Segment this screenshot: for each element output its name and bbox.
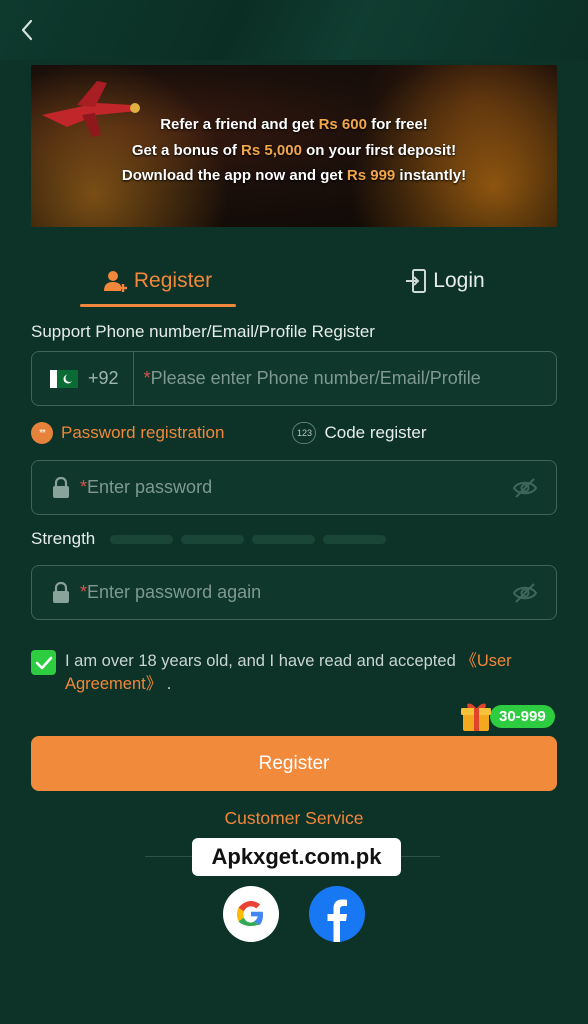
strength-label: Strength (31, 529, 96, 548)
promo-banner[interactable]: Refer a friend and get Rs 600 for free! … (31, 65, 557, 227)
google-icon (237, 901, 263, 926)
gift-badge: 30-999 (490, 704, 555, 728)
agreement-text: I am over 18 years old, and I have read … (65, 652, 512, 693)
phone-field[interactable]: +92 *Please enter Phone number/Email/Pro… (31, 351, 557, 406)
password-dots-icon: ** (31, 422, 53, 444)
strength-meter (110, 535, 386, 544)
facebook-login-button[interactable] (309, 886, 365, 942)
lock-icon (53, 476, 69, 498)
strength-bar (110, 535, 173, 544)
mode-password-registration[interactable]: ** Password registration (31, 422, 224, 444)
eye-off-icon[interactable] (512, 582, 538, 604)
auth-tabs: Register Login (0, 255, 588, 307)
support-label: Support Phone number/Email/Profile Regis… (31, 322, 375, 341)
country-code[interactable]: +92 (88, 368, 119, 389)
password-confirm-field[interactable]: *Enter password again (31, 565, 557, 620)
customer-service-link[interactable]: Customer Service (0, 808, 588, 829)
banner-line-3: Download the app now and get Rs 999 inst… (121, 167, 467, 184)
strength-bar (323, 535, 386, 544)
registration-mode: ** Password registration 123 Code regist… (31, 420, 557, 446)
agreement-checkbox[interactable] (31, 650, 56, 675)
divider (145, 856, 195, 857)
banner-line-1: Refer a friend and get Rs 600 for free! (160, 116, 428, 133)
eye-off-icon[interactable] (512, 477, 538, 499)
tab-register-label: Register (133, 269, 213, 292)
tab-login-label: Login (433, 269, 485, 292)
back-button[interactable] (14, 16, 40, 44)
agreement-row: I am over 18 years old, and I have read … (31, 650, 557, 696)
tab-register[interactable]: Register (80, 255, 236, 307)
chevron-left-icon (21, 19, 33, 41)
phone-input[interactable]: *Please enter Phone number/Email/Profile (144, 368, 481, 389)
password-confirm-input[interactable]: *Enter password again (80, 582, 261, 603)
pakistan-flag-icon (50, 369, 78, 388)
banner-line-2: Get a bonus of Rs 5,000 on your first de… (131, 141, 457, 159)
watermark: Apkxget.com.pk (192, 838, 401, 876)
lock-icon (53, 581, 69, 603)
google-login-button[interactable] (223, 886, 279, 942)
mode-code-register[interactable]: 123 Code register (292, 422, 427, 444)
numeric-code-icon: 123 (292, 422, 317, 444)
facebook-icon (327, 899, 347, 942)
strength-bar (181, 535, 244, 544)
password-field[interactable]: *Enter password (31, 460, 557, 515)
divider (400, 856, 440, 857)
active-tab-indicator (80, 304, 236, 307)
register-button[interactable]: Register (31, 736, 557, 791)
header-background (0, 0, 588, 60)
add-user-icon (103, 271, 127, 292)
checkmark-icon (35, 656, 52, 669)
login-door-icon (406, 269, 427, 293)
gift-promo[interactable]: 30-999 (460, 699, 555, 733)
strength-bar (252, 535, 315, 544)
password-input[interactable]: *Enter password (80, 477, 212, 498)
tab-login[interactable]: Login (370, 255, 520, 307)
gift-icon (461, 703, 491, 731)
